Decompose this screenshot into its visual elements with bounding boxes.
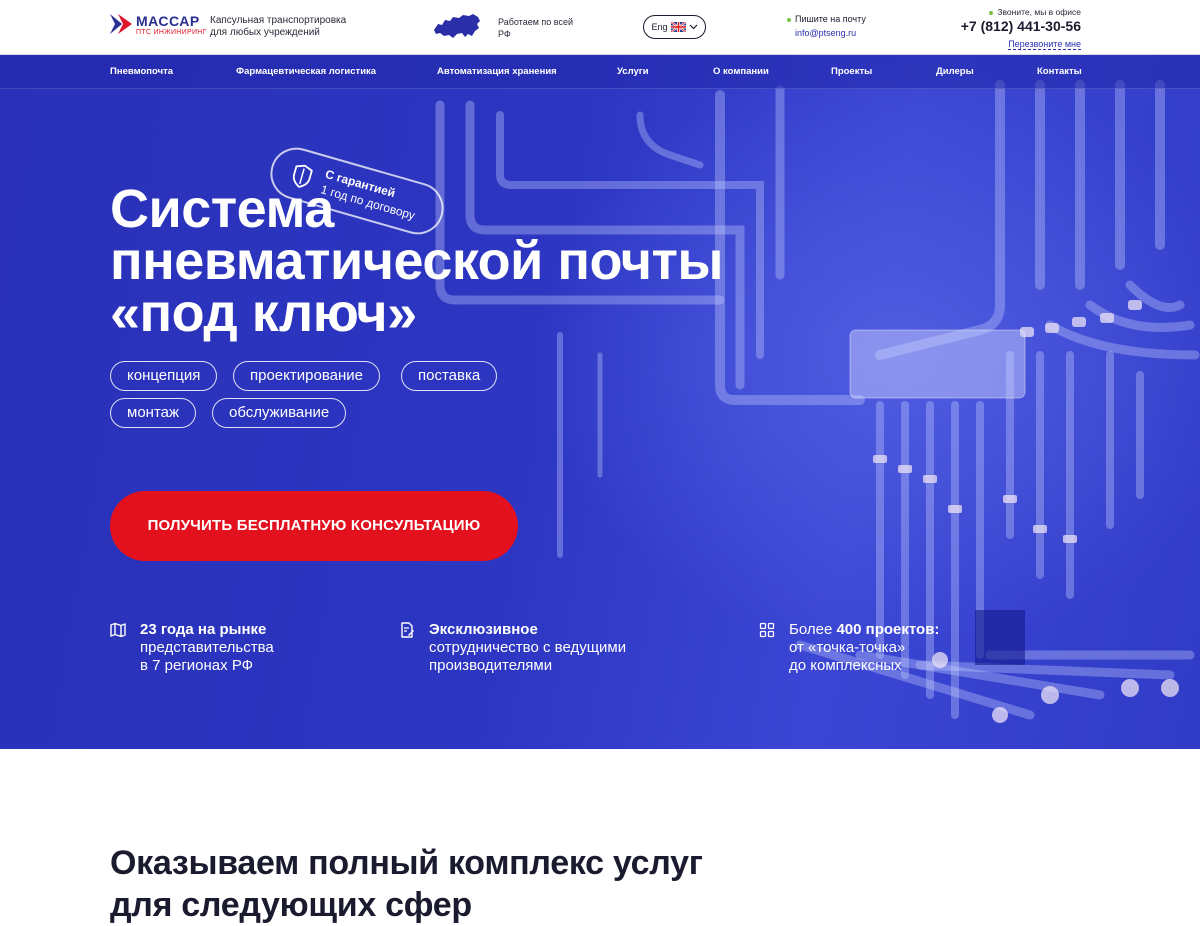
fact-exclusive-text: Эксклюзивное сотрудничество с ведущими п…: [429, 621, 626, 675]
map-book-icon: [110, 622, 126, 638]
chip-installation: монтаж: [110, 398, 197, 428]
fact-projects-headline: Более 400 проектов:: [789, 621, 939, 639]
works-everywhere-text: Работаем по всей РФ: [498, 17, 573, 39]
fact-projects-prefix: Более: [789, 621, 837, 638]
phone-note: Звоните, мы в офисе: [961, 7, 1081, 17]
language-switcher[interactable]: Eng: [643, 15, 706, 39]
phone-note-text: Звоните, мы в офисе: [997, 7, 1081, 17]
fact-exclusive-line2: сотрудничество с ведущими: [429, 639, 627, 656]
callback-link[interactable]: Перезвоните мне: [1008, 39, 1081, 50]
logo-subtitle: ПТС ИНЖИНИРИНГ: [136, 29, 207, 36]
mail-block: Пишите на почту info@ptseng.ru: [787, 12, 866, 40]
phone-number[interactable]: +7 (812) 441-30-56: [961, 18, 1081, 34]
services-section-title: Оказываем полный комплекс услуг для след…: [110, 842, 703, 926]
nav-item-contacts[interactable]: Контакты: [1037, 66, 1082, 77]
chevron-down-icon: [689, 24, 697, 30]
section-title-line2: для следующих сфер: [110, 886, 472, 924]
status-dot: [787, 17, 791, 22]
fact-exclusive-line3: производителями: [429, 657, 553, 674]
nav-item-projects[interactable]: Проекты: [831, 66, 872, 77]
main-nav: Пневмопочта Фармацевтическая логистика А…: [0, 55, 1200, 89]
fact-years-text: 23 года на рынке представительства в 7 р…: [140, 621, 274, 675]
nav-item-pharma-logistics[interactable]: Фармацевтическая логистика: [236, 66, 376, 77]
uk-flag-icon: [670, 22, 686, 32]
tagline: Капсульная транспортировка для любых учр…: [210, 15, 347, 38]
document-edit-icon: [401, 622, 414, 638]
nav-item-pneumatic-mail[interactable]: Пневмопочта: [110, 66, 173, 77]
free-consultation-button[interactable]: ПОЛУЧИТЬ БЕСПЛАТНУЮ КОНСУЛЬТАЦИЮ: [110, 491, 518, 561]
russia-map-icon: [434, 14, 480, 38]
phone-block: Звоните, мы в офисе +7 (812) 441-30-56 П…: [961, 7, 1081, 52]
status-dot: [989, 10, 994, 15]
nav-item-about[interactable]: О компании: [713, 66, 769, 77]
nav-item-storage-automation[interactable]: Автоматизация хранения: [437, 66, 557, 77]
chip-design: проектирование: [233, 361, 380, 391]
mail-note-text: Пишите на почту: [795, 14, 866, 24]
mail-note: Пишите на почту: [787, 12, 866, 26]
logo-name: МАССАР: [136, 13, 200, 29]
nav-item-services[interactable]: Услуги: [617, 66, 649, 77]
hero-section: Пневмопочта Фармацевтическая логистика А…: [0, 55, 1200, 749]
section-title-bold: полный комплекс услуг: [308, 844, 703, 882]
fact-years-headline: 23 года на рынке: [140, 621, 267, 638]
fact-projects-line3: до комплексных: [789, 657, 902, 674]
fact-projects-line2: от «точка-точка»: [789, 639, 906, 656]
chip-supply: поставка: [401, 361, 498, 391]
fact-projects-bold: 400 проектов:: [836, 621, 940, 638]
chip-concept: концепция: [110, 361, 218, 391]
section-title-regular: Оказываем: [110, 844, 309, 882]
top-bar: МАССАР ПТС ИНЖИНИРИНГ Капсульная транспо…: [0, 0, 1200, 55]
hero-title: Система пневматической почты «под ключ»: [110, 179, 724, 343]
nav-item-dealers[interactable]: Дилеры: [936, 66, 974, 77]
chip-maintenance: обслуживание: [212, 398, 347, 428]
fact-projects-text: Более 400 проектов: от «точка-точка» до …: [789, 621, 939, 675]
fact-exclusive-headline: Эксклюзивное: [429, 621, 538, 638]
logo[interactable]: МАССАР ПТС ИНЖИНИРИНГ: [110, 12, 206, 40]
language-label: Eng: [651, 22, 668, 32]
fact-years-line2: представительства: [140, 639, 274, 656]
grid-icon: [759, 622, 775, 638]
fact-years-line3: в 7 регионах РФ: [140, 657, 254, 674]
logo-mark-icon: [110, 14, 132, 34]
email-link[interactable]: info@ptseng.ru: [795, 26, 866, 40]
